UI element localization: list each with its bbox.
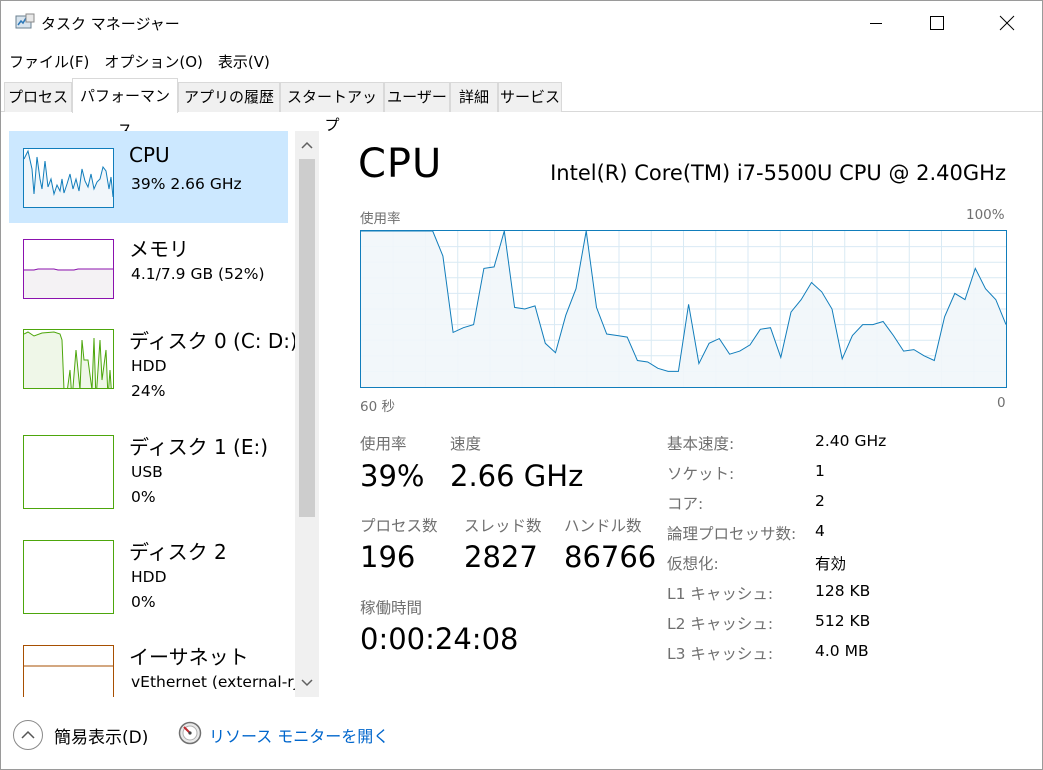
chevron-up-icon[interactable] (13, 720, 43, 750)
sidebar-item-detail: USB (131, 463, 163, 481)
sidebar-item-title: イーサネット (129, 645, 249, 669)
speed-value: 2.66 GHz (450, 459, 584, 493)
tab-services[interactable]: サービス (498, 82, 562, 112)
maximize-button[interactable] (914, 1, 960, 45)
scroll-down-icon[interactable] (299, 675, 315, 691)
fewer-details-button[interactable]: 簡易表示(D) (54, 723, 148, 748)
tab-bar: プロセス パフォーマンス アプリの履歴 スタートアップ ユーザー 詳細 サービス (1, 77, 1042, 139)
sidebar-item-detail: 4.1/7.9 GB (52%) (131, 265, 265, 283)
spec-value: 512 KB (815, 612, 871, 630)
window-title: タスク マネージャー (41, 15, 180, 33)
menu-file[interactable]: ファイル(F) (1, 45, 96, 75)
spec-value: 有効 (815, 555, 847, 573)
memory-thumbnail-graph (23, 239, 114, 299)
sidebar-item-detail: 24% (131, 382, 166, 400)
graph-time-right: 0 (997, 395, 1006, 411)
sidebar-item-disk-1[interactable]: ディスク 1 (E:) USB 0% (9, 421, 288, 513)
sidebar-item-cpu[interactable]: CPU 39% 2.66 GHz (9, 131, 288, 223)
graph-time-left: 60 秒 (360, 399, 395, 415)
sidebar-item-detail: 0% (131, 593, 156, 611)
usage-value: 39% (360, 459, 425, 493)
cpu-thumbnail-graph (23, 148, 114, 208)
tab-users[interactable]: ユーザー (384, 82, 450, 112)
processes-label: プロセス数 (360, 517, 438, 535)
spec-label: 仮想化: (667, 555, 719, 573)
sidebar-item-memory[interactable]: メモリ 4.1/7.9 GB (52%) (9, 223, 288, 315)
sidebar-item-detail: 39% 2.66 GHz (131, 175, 242, 193)
sidebar-item-title: ディスク 1 (E:) (129, 435, 269, 459)
sidebar-item-title: ディスク 0 (C: D:) (129, 329, 298, 353)
disk0-thumbnail-graph (23, 329, 114, 389)
threads-label: スレッド数 (464, 517, 542, 535)
cpu-model-name: Intel(R) Core(TM) i7-5500U CPU @ 2.40GHz (550, 161, 1006, 185)
disk2-thumbnail-graph (23, 540, 114, 614)
minimize-button[interactable] (853, 1, 899, 45)
task-manager-window: タスク マネージャー ファイル(F) オプション(O) 表示(V) プロセス パ… (0, 0, 1043, 770)
uptime-label: 稼働時間 (360, 599, 423, 617)
processes-value: 196 (360, 540, 416, 574)
sidebar-item-ethernet[interactable]: イーサネット vEthernet (external-rj (9, 631, 298, 697)
usage-label: 使用率 (360, 435, 407, 453)
threads-value: 2827 (464, 540, 538, 574)
sidebar-item-detail: 0% (131, 488, 156, 506)
title-bar[interactable]: タスク マネージャー (1, 1, 1042, 45)
tab-details[interactable]: 詳細 (450, 82, 498, 112)
menu-bar: ファイル(F) オプション(O) 表示(V) (1, 45, 277, 75)
sidebar-item-detail: HDD (131, 568, 167, 586)
spec-value: 4 (815, 522, 825, 540)
scrollbar-thumb[interactable] (299, 159, 315, 517)
sidebar-item-disk-0[interactable]: ディスク 0 (C: D:) HDD 24% (9, 315, 298, 407)
handles-value: 86766 (564, 540, 657, 574)
sidebar-item-disk-2[interactable]: ディスク 2 HDD 0% (9, 526, 288, 618)
handles-label: ハンドル数 (564, 517, 642, 535)
spec-label: ソケット: (667, 465, 735, 483)
resource-list: CPU 39% 2.66 GHz メモリ 4.1/7.9 GB (52%) ディ… (9, 131, 319, 697)
spec-label: L2 キャッシュ: (667, 615, 774, 633)
resource-monitor-icon (178, 721, 202, 745)
sidebar-item-title: CPU (129, 143, 170, 167)
resource-list-scrollbar[interactable] (295, 131, 319, 697)
task-manager-app-icon (15, 13, 35, 31)
spec-label: L3 キャッシュ: (667, 645, 774, 663)
graph-max-label: 100% (966, 207, 1005, 223)
spec-label: 基本速度: (667, 435, 735, 453)
cpu-usage-graph (360, 230, 1007, 388)
ethernet-thumbnail-graph (23, 645, 114, 697)
disk1-thumbnail-graph (23, 435, 114, 509)
sidebar-item-title: ディスク 2 (129, 540, 227, 564)
tab-performance[interactable]: パフォーマンス (72, 78, 178, 139)
tab-app-history[interactable]: アプリの履歴 (178, 82, 280, 112)
spec-label: コア: (667, 495, 704, 513)
open-resource-monitor-link[interactable]: リソース モニターを開く (209, 723, 389, 747)
uptime-value: 0:00:24:08 (360, 622, 519, 656)
spec-value: 128 KB (815, 582, 871, 600)
close-button[interactable] (984, 1, 1030, 45)
sidebar-item-detail: HDD (131, 357, 167, 375)
sidebar-item-detail: vEthernet (external-rj (131, 673, 298, 691)
speed-label: 速度 (450, 435, 482, 453)
page-title: CPU (358, 141, 443, 187)
graph-label: 使用率 (360, 211, 401, 227)
spec-value: 2 (815, 492, 825, 510)
spec-value: 4.0 MB (815, 642, 869, 660)
menu-options[interactable]: オプション(O) (96, 45, 210, 75)
sidebar-item-title: メモリ (129, 237, 189, 261)
spec-value: 2.40 GHz (815, 432, 887, 450)
close-icon (999, 15, 1015, 31)
menu-view[interactable]: 表示(V) (210, 45, 277, 75)
scroll-up-icon[interactable] (299, 137, 315, 153)
spec-label: L1 キャッシュ: (667, 585, 774, 603)
footer: 簡易表示(D) リソース モニターを開く (1, 701, 1042, 769)
tab-startup[interactable]: スタートアップ (280, 82, 384, 134)
tab-processes[interactable]: プロセス (4, 82, 72, 112)
spec-label: 論理プロセッサ数: (667, 525, 797, 543)
spec-value: 1 (815, 462, 825, 480)
